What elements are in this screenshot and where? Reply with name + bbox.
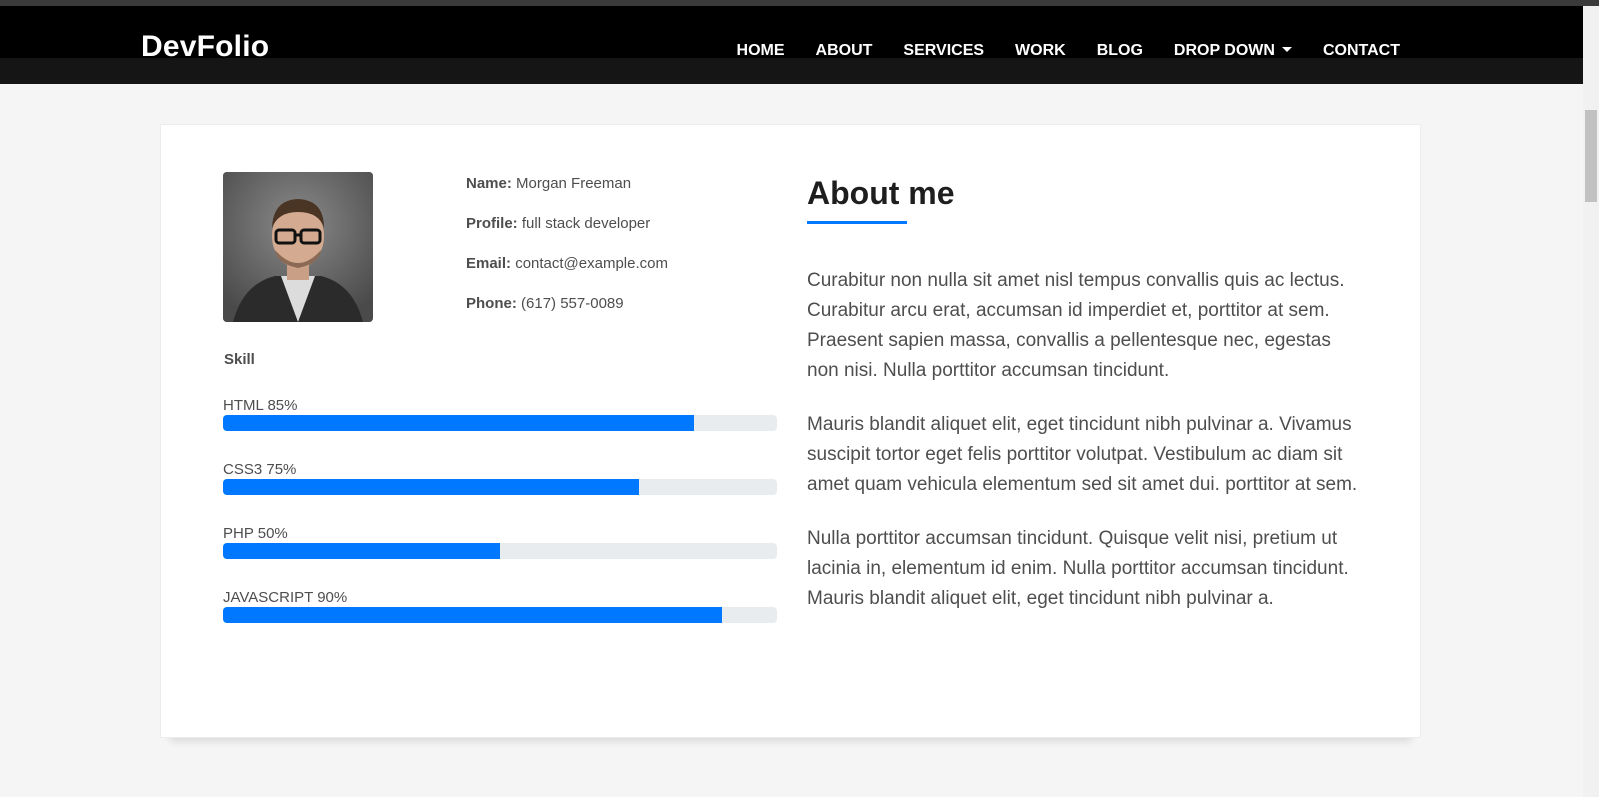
name-value: Morgan Freeman	[516, 175, 632, 192]
progress-fill	[223, 415, 694, 431]
scrollbar-thumb[interactable]	[1585, 110, 1597, 202]
progress-track	[223, 479, 777, 495]
profile-photo	[223, 172, 373, 322]
profile-role-row: Profile: full stack developer	[466, 215, 668, 255]
progress-track	[223, 415, 777, 431]
progress-fill	[223, 607, 722, 623]
phone-label: Phone:	[466, 295, 517, 312]
about-paragraph-3: Nulla porttitor accumsan tincidunt. Quis…	[807, 528, 1349, 609]
progress-track	[223, 543, 777, 559]
skill-css3: CSS3 75%	[223, 461, 777, 525]
skill-php: PHP 50%	[223, 525, 777, 589]
skill-html: HTML 85%	[223, 397, 777, 461]
skill-heading: Skill	[224, 351, 255, 368]
caret-down-icon	[1281, 47, 1292, 52]
skill-javascript: JAVASCRIPT 90%	[223, 589, 777, 653]
navbar-underlay	[0, 58, 1583, 84]
profile-email-row: Email: contact@example.com	[466, 255, 668, 295]
progress-fill	[223, 543, 500, 559]
navbar: DevFolio HOME ABOUT SERVICES WORK BLOG D…	[0, 6, 1583, 63]
email-value: contact@example.com	[515, 255, 668, 272]
about-card: Name: Morgan Freeman Profile: full stack…	[160, 124, 1421, 738]
name-label: Name:	[466, 175, 512, 192]
about-paragraph-2: Mauris blandit aliquet elit, eget tincid…	[807, 414, 1358, 495]
profile-value: full stack developer	[521, 215, 651, 232]
about-title: About me	[807, 175, 955, 211]
skill-label: PHP 50%	[223, 525, 288, 542]
progress-track	[223, 607, 777, 623]
skill-label: JAVASCRIPT 90%	[223, 589, 348, 606]
nav-dropdown-label: DROP DOWN	[1173, 42, 1275, 59]
profile-phone-row: Phone: (617) 557-0089	[466, 295, 668, 335]
skill-label: CSS3 75%	[223, 461, 297, 478]
email-label: Email:	[466, 255, 512, 272]
about-section: About me Curabitur non nulla sit amet ni…	[807, 169, 1367, 614]
about-paragraph-1: Curabitur non nulla sit amet nisl tempus…	[807, 270, 1345, 381]
title-underline	[807, 221, 907, 224]
profile-name-row: Name: Morgan Freeman	[466, 175, 668, 215]
profile-info: Name: Morgan Freeman Profile: full stack…	[466, 175, 668, 335]
phone-value: (617) 557-0089	[521, 295, 624, 312]
skills-list: HTML 85% CSS3 75% PHP 50% JAVASCRIPT 90%	[223, 397, 777, 653]
progress-fill	[223, 479, 639, 495]
person-portrait-icon	[223, 172, 373, 322]
profile-label: Profile:	[466, 215, 518, 232]
skill-label: HTML 85%	[223, 397, 298, 414]
